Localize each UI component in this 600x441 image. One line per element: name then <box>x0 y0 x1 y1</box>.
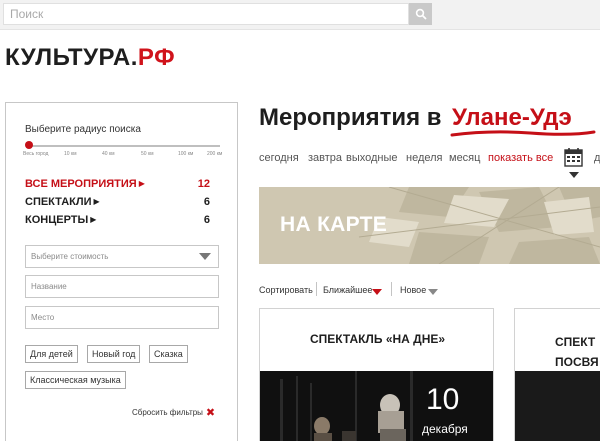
radius-tick[interactable]: 200 км <box>207 151 222 157</box>
radius-tick[interactable]: 40 км <box>102 151 115 157</box>
event-title: СПЕКТ ПОСВЯ <box>555 332 599 372</box>
place-field[interactable] <box>25 306 219 329</box>
city-selector[interactable]: Улане-Удэ <box>452 104 572 132</box>
price-select-label: Выберите стоимость <box>31 252 109 261</box>
reset-filters-label: Сбросить фильтры <box>132 408 203 417</box>
sort-divider <box>391 282 392 296</box>
city-underline-decoration <box>450 130 596 137</box>
close-icon: ✖ <box>205 407 216 419</box>
period-weekend[interactable]: выходные <box>346 152 398 164</box>
sort-nearest-arrow-icon <box>372 289 382 295</box>
sort-divider <box>316 282 317 296</box>
reset-filters-link[interactable]: Сбросить фильтры ✖ <box>132 405 216 419</box>
map-label: НА КАРТЕ <box>280 213 388 236</box>
map-banner[interactable]: НА КАРТЕ <box>259 187 600 264</box>
event-photo <box>515 371 600 441</box>
chevron-right-icon: ▶ <box>138 179 145 188</box>
period-tomorrow[interactable]: завтра <box>308 152 342 164</box>
event-day: 10 <box>426 383 460 416</box>
event-title: СПЕКТАКЛЬ «НА ДНЕ» <box>309 332 446 346</box>
radius-slider-thumb[interactable] <box>25 141 33 149</box>
tag-button[interactable]: Классическая музыка <box>25 371 126 389</box>
event-title-line: СПЕКТ <box>555 335 596 349</box>
sort-newest-arrow-icon <box>428 289 438 295</box>
category-label: ВСЕ МЕРОПРИЯТИЯ <box>25 178 137 190</box>
period-today[interactable]: сегодня <box>259 152 299 164</box>
chevron-down-icon <box>199 253 211 260</box>
top-search-bar <box>0 0 600 30</box>
tag-button[interactable]: Новый год <box>87 345 141 363</box>
chevron-right-icon: ▶ <box>90 215 97 224</box>
period-month[interactable]: месяц <box>449 152 480 164</box>
logo-tld: РФ <box>137 44 176 71</box>
category-label: КОНЦЕРТЫ <box>25 214 89 226</box>
calendar-icon[interactable] <box>564 147 583 167</box>
tag-button[interactable]: Сказка <box>149 345 188 363</box>
event-title-line: ПОСВЯ <box>555 355 599 369</box>
price-select[interactable]: Выберите стоимость <box>25 245 219 268</box>
radius-tick[interactable]: 50 км <box>141 151 154 157</box>
name-field[interactable] <box>25 275 219 298</box>
category-label: СПЕКТАКЛИ <box>25 196 92 208</box>
category-count: 6 <box>203 196 210 208</box>
tag-button[interactable]: Для детей <box>25 345 78 363</box>
event-card[interactable]: СПЕКТ ПОСВЯ <box>514 308 600 441</box>
radius-tick[interactable]: 10 км <box>64 151 77 157</box>
category-count: 6 <box>203 214 210 226</box>
event-card[interactable]: СПЕКТАКЛЬ «НА ДНЕ» 10 декабря <box>259 308 494 441</box>
category-theatre[interactable]: СПЕКТАКЛИ ▶ <box>25 196 100 208</box>
search-button[interactable] <box>409 3 432 25</box>
search-icon <box>415 8 427 20</box>
site-logo[interactable]: КУЛЬТУРА.РФ <box>5 44 175 72</box>
radius-title: Выберите радиус поиска <box>25 124 141 135</box>
category-concerts[interactable]: КОНЦЕРТЫ ▶ <box>25 214 96 226</box>
sort-label: Сортировать <box>259 285 313 295</box>
calendar-dropdown-icon[interactable] <box>569 172 579 178</box>
radius-ticks: Весь город 10 км 40 км 50 км 100 км 200 … <box>23 151 223 159</box>
page-title: Мероприятия в <box>259 104 442 131</box>
logo-dot: . <box>130 44 138 71</box>
event-month: декабря <box>422 422 468 436</box>
radius-slider-track[interactable] <box>27 145 220 147</box>
radius-tick[interactable]: 100 км <box>178 151 193 157</box>
logo-name: КУЛЬТУРА <box>5 44 131 71</box>
filter-panel: Выберите радиус поиска Весь город 10 км … <box>5 102 238 441</box>
chevron-right-icon: ▶ <box>93 197 100 206</box>
radius-tick[interactable]: Весь город <box>23 151 48 157</box>
search-input[interactable] <box>3 3 409 25</box>
period-week[interactable]: неделя <box>406 152 443 164</box>
sort-newest[interactable]: Новое <box>400 285 426 295</box>
category-count: 12 <box>197 178 210 190</box>
period-show-all[interactable]: показать все <box>488 152 553 164</box>
category-all-events[interactable]: ВСЕ МЕРОПРИЯТИЯ ▶ <box>25 178 145 190</box>
sort-nearest[interactable]: Ближайшее <box>323 285 372 295</box>
period-cut-label: д <box>594 152 600 164</box>
